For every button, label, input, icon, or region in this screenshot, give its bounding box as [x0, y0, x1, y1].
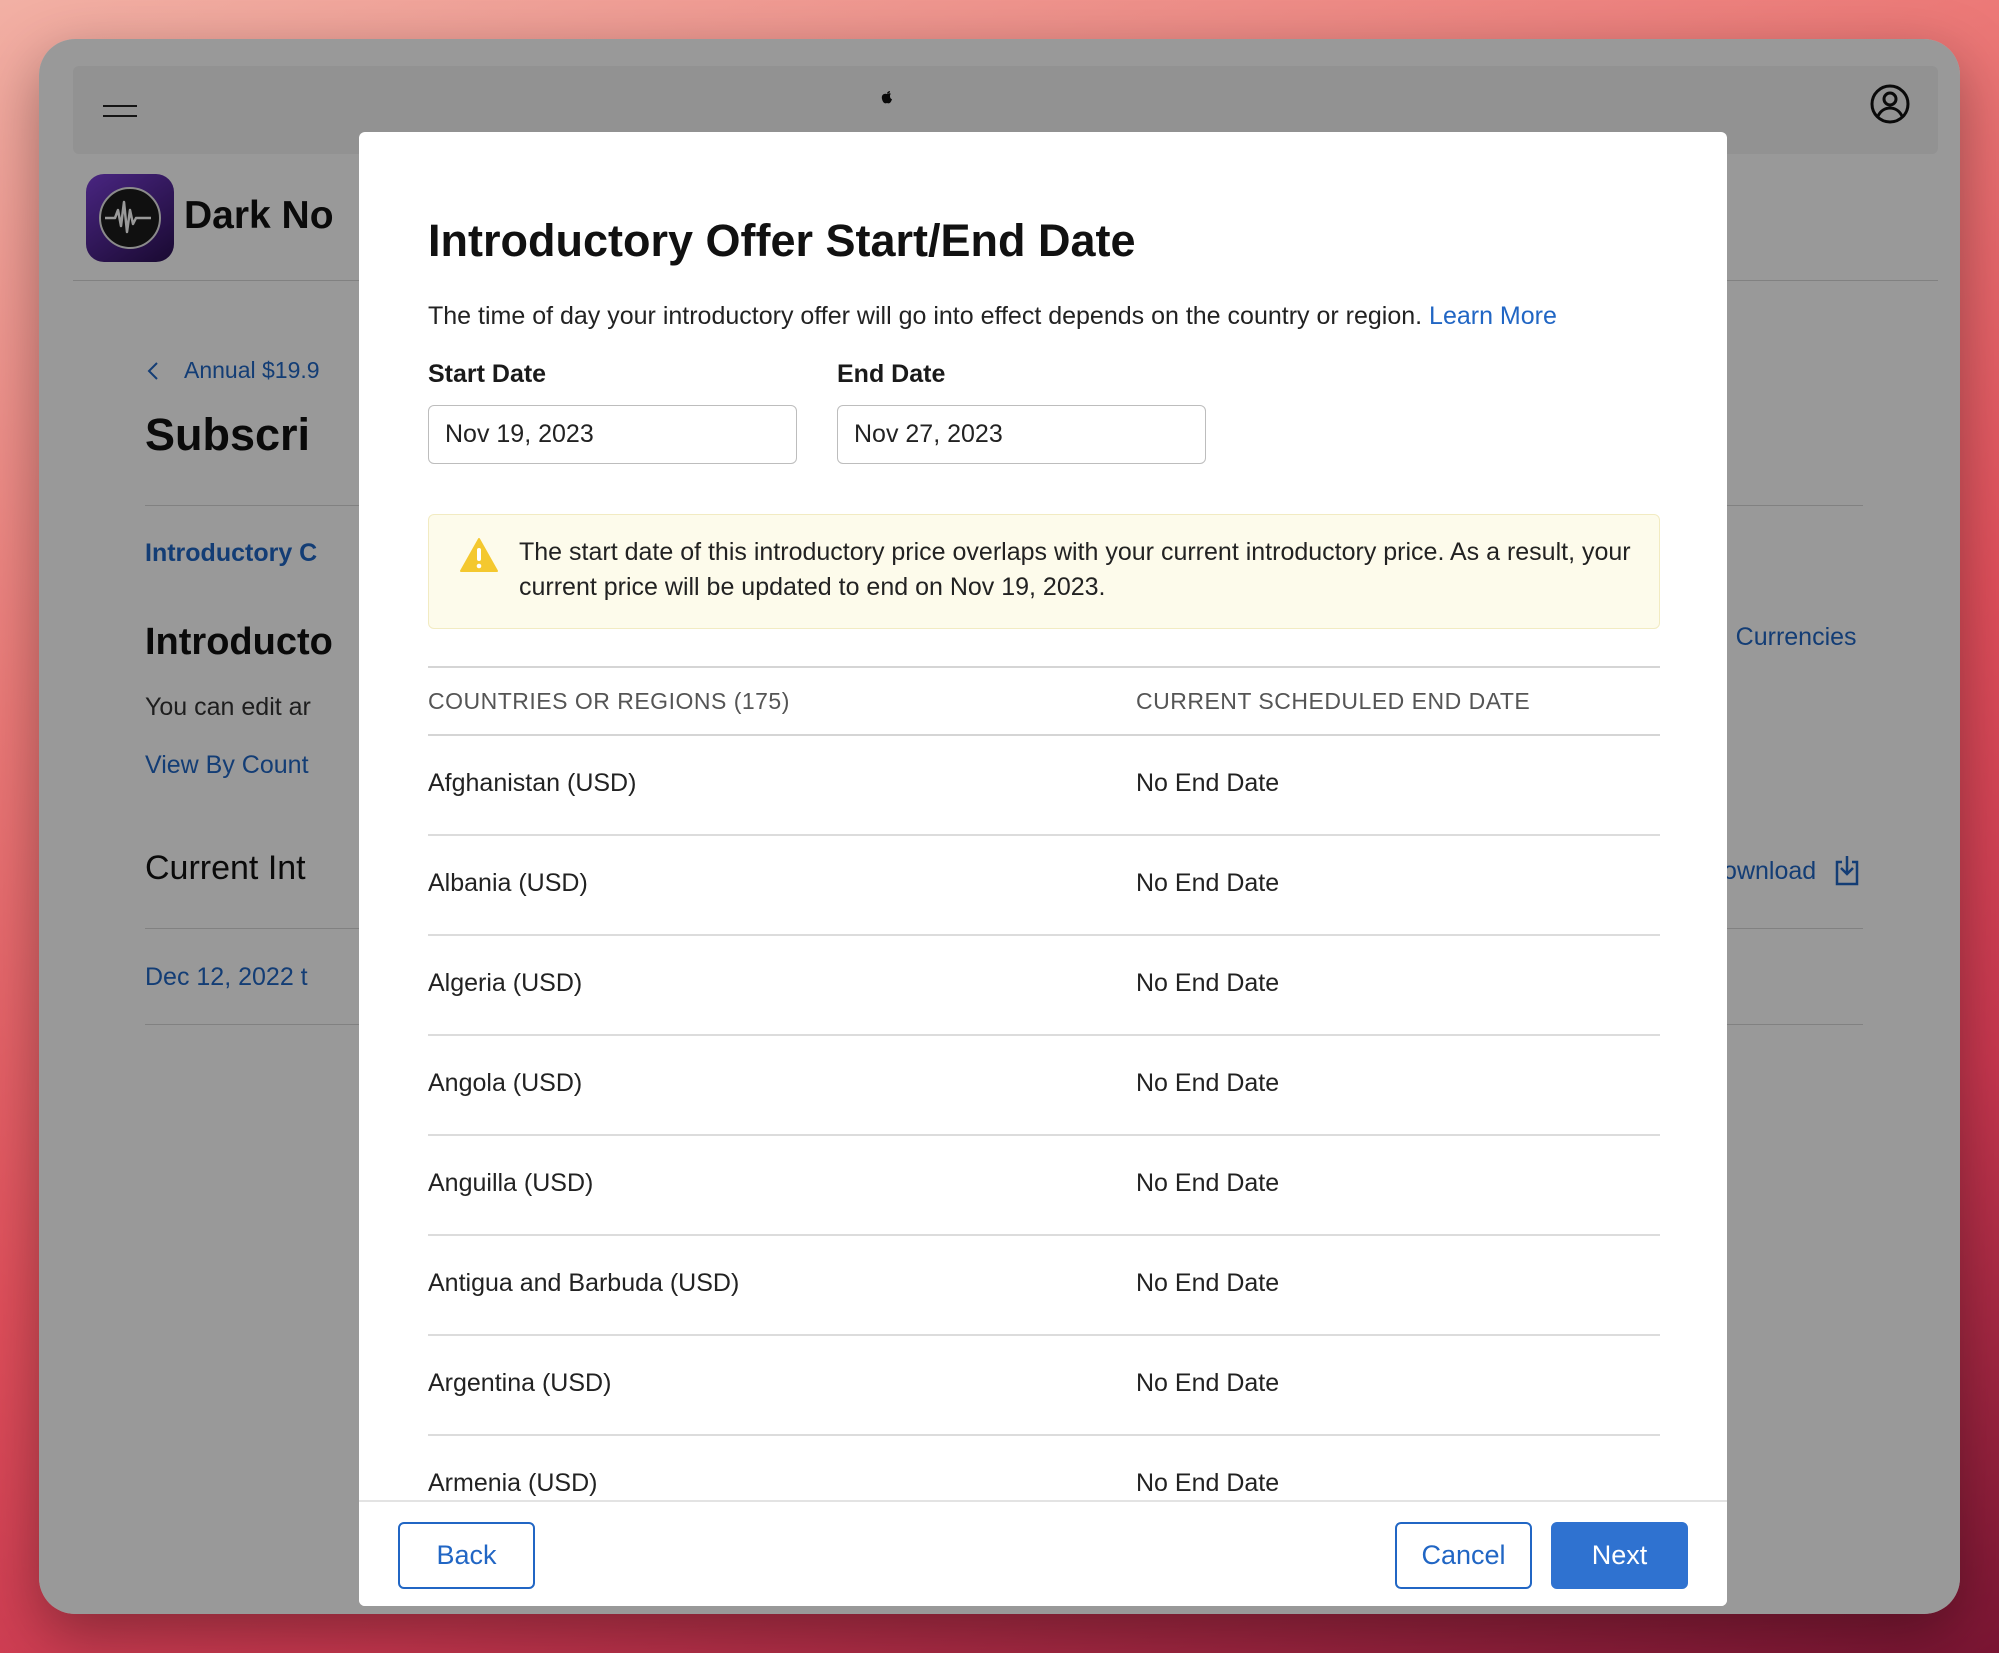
column-header-end-date[interactable]: CURRENT SCHEDULED END DATE [1136, 688, 1530, 715]
end-date-cell: No End Date [1136, 969, 1280, 997]
table-row: Angola (USD) No End Date [428, 1036, 1660, 1136]
table-header: COUNTRIES OR REGIONS (175) CURRENT SCHED… [428, 666, 1660, 736]
dialog-title: Introductory Offer Start/End Date [428, 215, 1136, 266]
table-row: Antigua and Barbuda (USD) No End Date [428, 1236, 1660, 1336]
end-date-cell: No End Date [1136, 1369, 1280, 1397]
table-row: Algeria (USD) No End Date [428, 936, 1660, 1036]
warning-triangle-icon [460, 538, 498, 572]
country-cell: Anguilla (USD) [428, 1169, 594, 1197]
end-date-cell: No End Date [1136, 1069, 1280, 1097]
start-date-label: Start Date [428, 360, 547, 388]
app-window: Dark No Annual $19.9 Subscri Introductor… [39, 39, 1960, 1614]
column-header-countries[interactable]: COUNTRIES OR REGIONS (175) [428, 688, 790, 715]
start-date-field[interactable] [428, 405, 797, 464]
next-button[interactable]: Next [1551, 1522, 1688, 1589]
end-date-cell: No End Date [1136, 1469, 1280, 1497]
country-cell: Antigua and Barbuda (USD) [428, 1269, 740, 1297]
country-cell: Angola (USD) [428, 1069, 583, 1097]
dialog-description: The time of day your introductory offer … [428, 302, 1557, 331]
overlap-warning-banner: The start date of this introductory pric… [428, 514, 1660, 629]
country-cell: Algeria (USD) [428, 969, 583, 997]
table-row: Anguilla (USD) No End Date [428, 1136, 1660, 1236]
end-date-cell: No End Date [1136, 769, 1280, 797]
table-row: Afghanistan (USD) No End Date [428, 736, 1660, 836]
back-button[interactable]: Back [398, 1522, 535, 1589]
end-date-cell: No End Date [1136, 869, 1280, 897]
country-cell: Argentina (USD) [428, 1369, 612, 1397]
end-date-label: End Date [837, 360, 946, 388]
table-row: Albania (USD) No End Date [428, 836, 1660, 936]
country-cell: Albania (USD) [428, 869, 588, 897]
intro-offer-dialog: Introductory Offer Start/End Date The ti… [359, 132, 1727, 1606]
countries-table: COUNTRIES OR REGIONS (175) CURRENT SCHED… [428, 666, 1660, 1536]
end-date-cell: No End Date [1136, 1269, 1280, 1297]
dialog-footer: Back Cancel Next [359, 1500, 1727, 1606]
warning-text: The start date of this introductory pric… [519, 538, 1631, 601]
learn-more-link[interactable]: Learn More [1429, 302, 1557, 330]
country-cell: Armenia (USD) [428, 1469, 598, 1497]
cancel-button[interactable]: Cancel [1395, 1522, 1532, 1589]
end-date-cell: No End Date [1136, 1169, 1280, 1197]
description-text: The time of day your introductory offer … [428, 302, 1423, 330]
country-cell: Afghanistan (USD) [428, 769, 637, 797]
table-row: Argentina (USD) No End Date [428, 1336, 1660, 1436]
end-date-field[interactable] [837, 405, 1206, 464]
